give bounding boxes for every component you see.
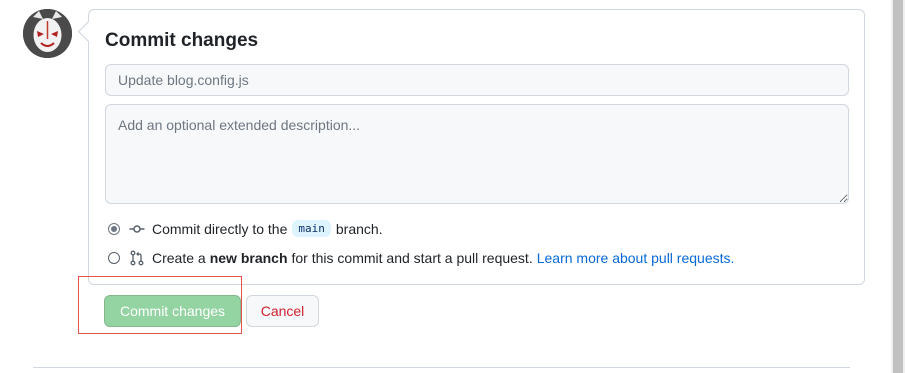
commit-description-input[interactable] xyxy=(105,104,849,204)
option-new-branch[interactable]: Create a new branch for this commit and … xyxy=(108,250,734,266)
git-commit-icon xyxy=(129,224,145,233)
commit-summary-input[interactable] xyxy=(105,64,849,96)
avatar[interactable] xyxy=(23,9,72,58)
radio-new-branch[interactable] xyxy=(108,252,120,264)
option-direct-text-before: Commit directly to the xyxy=(152,220,288,237)
option-new-branch-bold: new branch xyxy=(209,250,288,266)
branch-name-badge: main xyxy=(292,220,331,237)
option-new-branch-text-after: for this commit and start a pull request… xyxy=(291,250,533,266)
avatar-image xyxy=(23,9,72,58)
git-pull-request-icon xyxy=(130,250,144,266)
cancel-button[interactable]: Cancel xyxy=(246,295,319,327)
scrollbar-thumb[interactable] xyxy=(893,0,903,373)
divider xyxy=(33,367,850,368)
radio-commit-direct[interactable] xyxy=(108,222,120,235)
commit-page: Commit changes Commit directly to the ma… xyxy=(0,0,905,373)
option-commit-direct[interactable]: Commit directly to the main branch. xyxy=(108,220,383,237)
option-direct-text-after: branch. xyxy=(335,220,383,237)
learn-more-pull-requests-link[interactable]: Learn more about pull requests. xyxy=(537,250,735,266)
commit-title: Commit changes xyxy=(105,30,259,51)
option-new-branch-text-before: Create a xyxy=(152,250,206,266)
commit-changes-button[interactable]: Commit changes xyxy=(104,295,241,327)
